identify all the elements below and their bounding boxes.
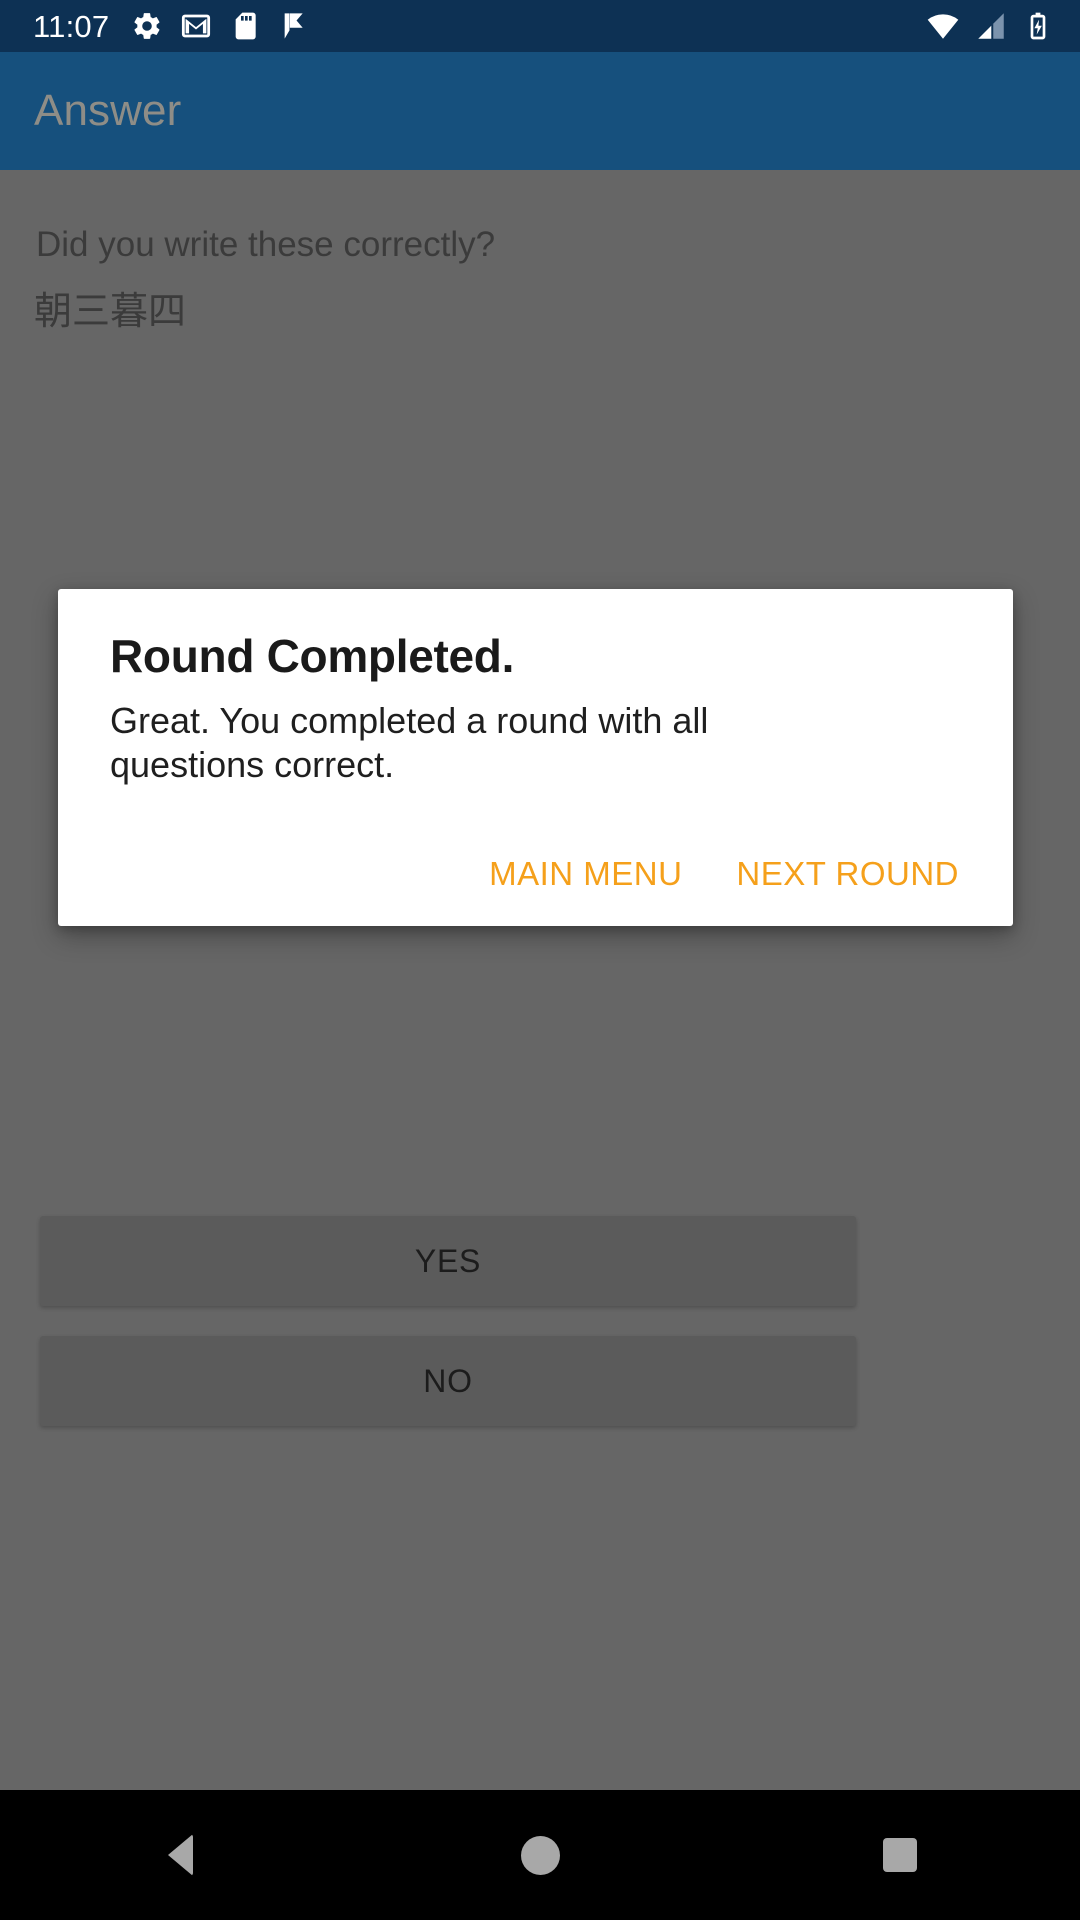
next-round-button[interactable]: NEXT ROUND: [718, 841, 977, 906]
question-prompt: Did you write these correctly?: [36, 225, 496, 264]
dialog-action-row: MAIN MENU NEXT ROUND: [471, 841, 977, 906]
checkmark-flag-icon: [278, 10, 310, 42]
no-button[interactable]: NO: [40, 1336, 856, 1426]
content-area-scrim: Did you write these correctly? 朝三暮四 YES …: [0, 170, 1080, 1790]
gear-icon: [131, 10, 163, 42]
battery-charging-icon: [1022, 10, 1054, 42]
wifi-icon: [926, 9, 960, 43]
question-phrase: 朝三暮四: [34, 291, 187, 333]
recents-square-icon: [883, 1838, 917, 1872]
phone-screen: 11:07 Answer Did you write these correct…: [0, 0, 1080, 1920]
dialog-message: Great. You completed a round with all qu…: [110, 700, 709, 785]
back-nav-button[interactable]: [120, 1790, 240, 1920]
recents-nav-button[interactable]: [840, 1790, 960, 1920]
cellular-signal-icon: [974, 9, 1008, 43]
status-bar-right-group: [912, 9, 1054, 43]
page-title: Answer: [34, 86, 182, 135]
gmail-icon: [180, 10, 212, 42]
android-navigation-bar: [0, 1790, 1080, 1920]
round-completed-dialog: Round Completed. Great. You completed a …: [58, 589, 1013, 926]
app-bar: Answer: [0, 52, 1080, 170]
home-nav-button[interactable]: [480, 1790, 600, 1920]
status-bar: 11:07: [0, 0, 1080, 52]
yes-button[interactable]: YES: [40, 1216, 856, 1306]
dialog-title: Round Completed.: [110, 630, 515, 682]
status-bar-left-group: 11:07: [33, 10, 327, 42]
home-circle-icon: [520, 1835, 560, 1875]
back-triangle-icon: [167, 1834, 193, 1876]
status-bar-clock: 11:07: [33, 8, 110, 44]
main-menu-button[interactable]: MAIN MENU: [471, 841, 700, 906]
sd-card-icon: [229, 10, 261, 42]
